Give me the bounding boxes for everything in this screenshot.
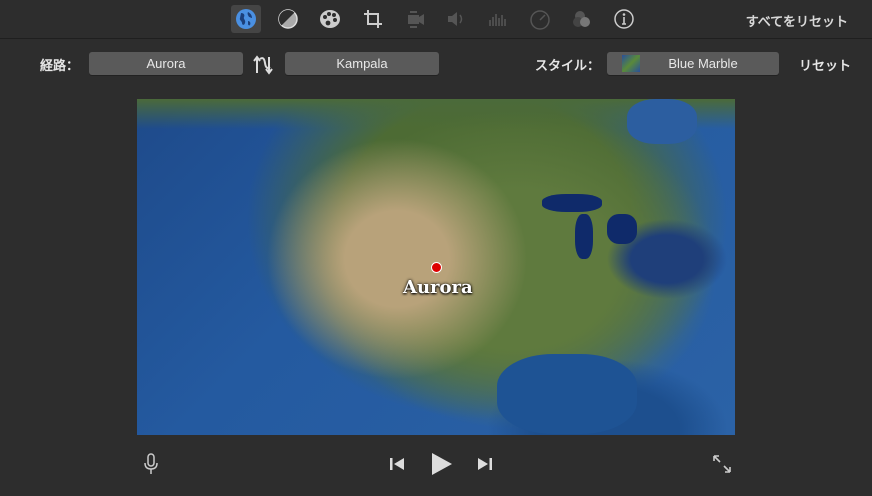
style-reset-button[interactable]: リセット — [799, 55, 851, 74]
color-balance-icon[interactable] — [273, 5, 303, 33]
hudson-bay — [627, 99, 697, 144]
crop-icon[interactable] — [358, 5, 388, 33]
speed-icon — [525, 5, 555, 33]
fullscreen-icon[interactable] — [710, 452, 734, 476]
lake-huron — [607, 214, 637, 244]
skip-forward-button[interactable] — [475, 452, 495, 476]
equalizer-icon — [483, 5, 513, 33]
swap-route-icon[interactable] — [252, 53, 274, 79]
stabilization-icon — [400, 5, 430, 33]
globe-icon[interactable] — [231, 5, 261, 33]
lake-michigan — [575, 214, 593, 259]
map-location-label: Aurora — [403, 277, 473, 298]
microphone-icon[interactable] — [141, 452, 161, 476]
route-label: 経路： — [40, 59, 80, 74]
map-style-select[interactable]: Blue Marble — [607, 52, 779, 75]
map-style-value: Blue Marble — [668, 56, 738, 71]
play-button[interactable] — [428, 452, 454, 476]
gulf-of-mexico — [497, 354, 637, 434]
overlay-icon — [567, 5, 597, 33]
map-preview: Aurora — [137, 99, 735, 435]
info-icon[interactable] — [609, 5, 639, 33]
blue-marble-thumbnail-icon — [622, 55, 640, 72]
reset-all-button[interactable]: すべてをリセット — [746, 11, 848, 30]
style-label: スタイル： — [535, 59, 601, 74]
route-style-row: 経路： Aurora Kampala スタイル： Blue Marble リセッ… — [0, 52, 872, 76]
route-to-field[interactable]: Kampala — [285, 52, 439, 75]
palette-icon[interactable] — [315, 5, 345, 33]
location-pin — [431, 262, 442, 273]
lake-superior — [542, 194, 602, 212]
route-from-field[interactable]: Aurora — [89, 52, 243, 75]
volume-icon — [441, 5, 471, 33]
inspector-toolbar: すべてをリセット — [0, 0, 872, 39]
skip-back-button[interactable] — [387, 452, 407, 476]
